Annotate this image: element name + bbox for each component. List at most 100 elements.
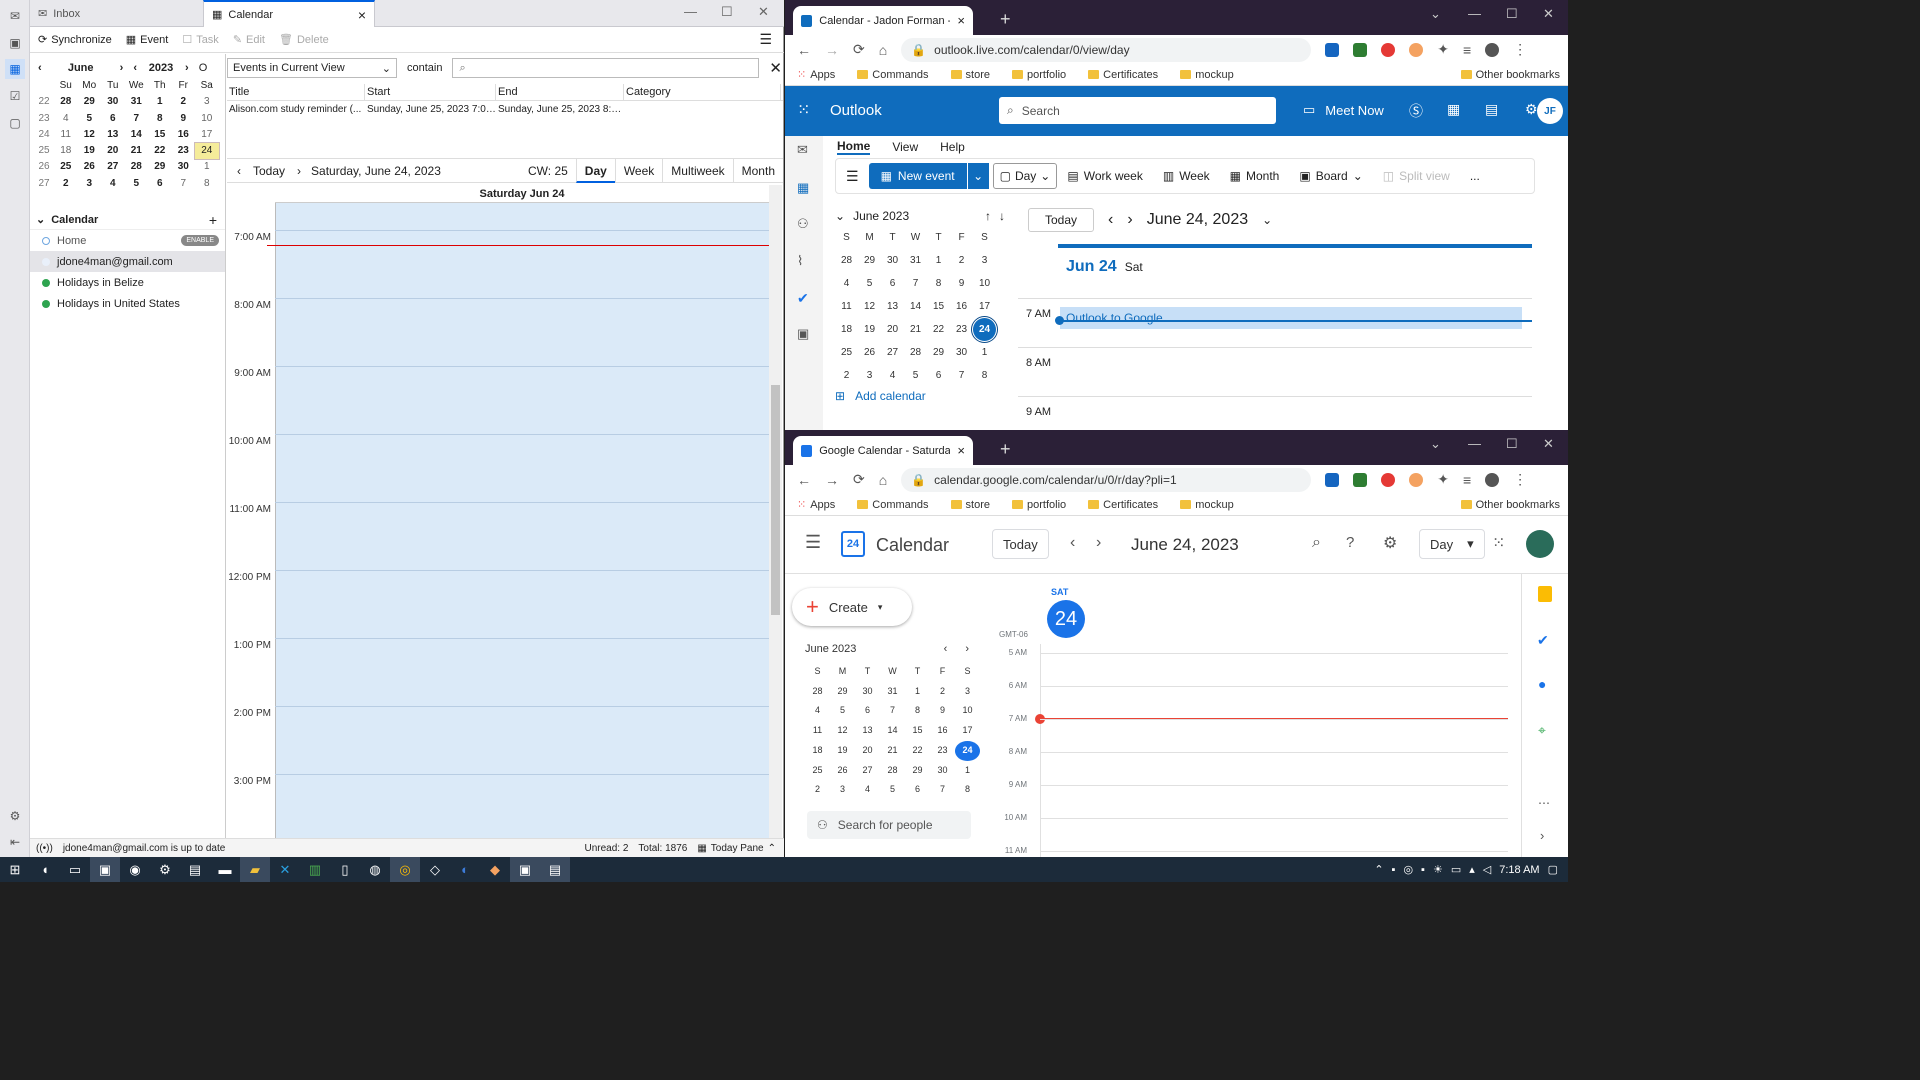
forward-icon[interactable]: →	[825, 472, 839, 488]
tasks-icon[interactable]: ✔	[1537, 632, 1549, 649]
next-day-icon[interactable]: ›	[297, 164, 301, 178]
brightness-icon[interactable]: ☀	[1433, 863, 1443, 876]
contacts-icon[interactable]: ●	[1538, 676, 1546, 692]
mini-calendar-day[interactable]: 15	[148, 127, 172, 143]
view-month-button[interactable]: Month	[732, 158, 783, 183]
settings-icon[interactable]: ⚙	[5, 806, 25, 826]
app-icon[interactable]: ▤	[540, 857, 570, 882]
split-view-button[interactable]: ◫ Split view	[1373, 169, 1460, 183]
app-icon[interactable]: ◉	[120, 857, 150, 882]
mini-calendar-day[interactable]: 1	[927, 249, 950, 272]
profile-avatar[interactable]	[1485, 42, 1500, 57]
maps-icon[interactable]: ⌖	[1538, 722, 1546, 739]
synchronize-button[interactable]: ⟳ Synchronize	[38, 33, 112, 47]
mini-calendar-day[interactable]: 19	[858, 318, 881, 341]
mini-calendar-day[interactable]: 8	[955, 780, 980, 800]
mini-calendar-day[interactable]: 6	[881, 272, 904, 295]
mini-calendar-day[interactable]: 3	[830, 780, 855, 800]
chevron-up-icon[interactable]: ⌃	[1374, 863, 1383, 876]
today-button[interactable]: Today	[1028, 208, 1095, 232]
kebab-menu-icon[interactable]: ⋮	[1513, 41, 1527, 58]
tray-app-icon[interactable]: ▪	[1421, 864, 1425, 876]
mini-calendar-day[interactable]: 6	[855, 701, 880, 721]
prev-day-icon[interactable]: ‹	[1108, 211, 1113, 229]
chevron-down-icon[interactable]: ⌄	[835, 209, 845, 223]
new-event-button[interactable]: ▦ Event	[126, 33, 169, 47]
vscode-icon[interactable]: ✕	[270, 857, 300, 882]
mini-calendar-day[interactable]: 7	[880, 701, 905, 721]
battery-icon[interactable]: ▭	[1451, 863, 1461, 876]
app-name[interactable]: Outlook	[830, 102, 882, 119]
start-icon[interactable]: ⊞	[0, 857, 30, 882]
calendar-list-header[interactable]: ⌄ Calendar +	[30, 210, 225, 230]
mini-calendar-day[interactable]: 30	[101, 94, 125, 110]
close-tab-icon[interactable]: ×	[957, 13, 965, 28]
mini-calendar-day[interactable]: 11	[835, 295, 858, 318]
mini-calendar-day[interactable]: 16	[950, 295, 973, 318]
mini-calendar-day[interactable]: 7	[172, 176, 196, 192]
settings-icon[interactable]: ⚙	[150, 857, 180, 882]
mini-calendar-day[interactable]: 13	[881, 295, 904, 318]
edit-button[interactable]: ✎ Edit	[233, 33, 265, 47]
puzzle-icon[interactable]: ✦	[1437, 471, 1449, 488]
bookmark-apps[interactable]: ⁙ Apps	[797, 68, 835, 82]
more-options-button[interactable]: ...	[1460, 169, 1490, 183]
minimize-icon[interactable]: —	[1468, 6, 1481, 21]
thunderbird-icon[interactable]: ◐	[450, 857, 480, 882]
bookmark-folder[interactable]: mockup	[1180, 69, 1234, 81]
bookmark-folder[interactable]: Commands	[857, 499, 929, 511]
column-start[interactable]: Start	[365, 84, 496, 101]
prev-day-icon[interactable]: ‹	[237, 164, 241, 178]
arrow-up-icon[interactable]: ↑	[985, 209, 991, 223]
mini-calendar-day[interactable]: 31	[880, 682, 905, 702]
chrome-icon[interactable]: ◎	[390, 857, 420, 882]
view-day-button[interactable]: ▢ Day ⌄	[992, 163, 1058, 189]
mini-calendar-day[interactable]: 1	[148, 94, 172, 110]
mini-calendar-day[interactable]: 27	[101, 159, 125, 175]
mini-calendar-day[interactable]: 2	[835, 364, 858, 387]
mini-calendar-day[interactable]: 8	[148, 111, 172, 127]
avatar[interactable]	[1526, 530, 1554, 558]
reload-icon[interactable]: ⟳	[853, 471, 865, 488]
chrome-tray-icon[interactable]: ◎	[1403, 863, 1413, 876]
app-icon[interactable]: ▤	[180, 857, 210, 882]
mini-calendar-day[interactable]: 29	[905, 761, 930, 781]
notepad-icon[interactable]: ▯	[330, 857, 360, 882]
column-title[interactable]: Title	[227, 84, 365, 101]
maximize-icon[interactable]: ☐	[721, 4, 733, 20]
tab-help[interactable]: Help	[940, 140, 965, 154]
mini-calendar-day[interactable]: 26	[858, 341, 881, 364]
avatar[interactable]: JF	[1537, 98, 1563, 124]
bookmark-folder[interactable]: Certificates	[1088, 69, 1158, 81]
volume-icon[interactable]: ◁	[1483, 863, 1491, 876]
calendar-icon[interactable]: ▤	[1485, 101, 1498, 118]
enable-badge[interactable]: ENABLE	[181, 235, 219, 246]
chevron-right-icon[interactable]: ›	[1540, 828, 1544, 843]
terminal-icon[interactable]: ▬	[210, 857, 240, 882]
mini-calendar-day[interactable]: 29	[927, 341, 950, 364]
bookmark-folder[interactable]: store	[950, 69, 990, 81]
settings-icon[interactable]: ⚙	[1525, 101, 1538, 118]
mini-calendar-day[interactable]: 26	[830, 761, 855, 781]
mini-calendar-day[interactable]: 21	[904, 318, 927, 341]
mini-calendar-day[interactable]: 8	[905, 701, 930, 721]
today-button[interactable]: Today	[253, 164, 285, 178]
new-tab-icon[interactable]: +	[1000, 9, 1011, 30]
mini-calendar-day[interactable]: 3	[195, 94, 219, 110]
mini-calendar-day[interactable]: 28	[880, 761, 905, 781]
close-window-icon[interactable]: ✕	[1543, 6, 1554, 22]
mini-calendar-day[interactable]: 24	[194, 142, 220, 161]
attach-icon[interactable]: ⌇	[797, 253, 803, 269]
search-people-input[interactable]: ⚇ Search for people	[807, 811, 971, 839]
mini-calendar-day[interactable]: 2	[950, 249, 973, 272]
mini-calendar-day[interactable]: 6	[927, 364, 950, 387]
mini-calendar-day[interactable]: 3	[78, 176, 102, 192]
mini-calendar-day[interactable]: 9	[930, 701, 955, 721]
mini-calendar-day[interactable]: 23	[930, 741, 955, 761]
mini-calendar-day[interactable]: 6	[101, 111, 125, 127]
mini-calendar-day[interactable]: 22	[148, 143, 172, 159]
bookmark-folder[interactable]: portfolio	[1012, 69, 1066, 81]
close-window-icon[interactable]: ✕	[758, 4, 769, 20]
today-pane-toggle[interactable]: ▦ Today Pane ⌃	[697, 843, 776, 854]
mini-calendar-day[interactable]: 28	[904, 341, 927, 364]
